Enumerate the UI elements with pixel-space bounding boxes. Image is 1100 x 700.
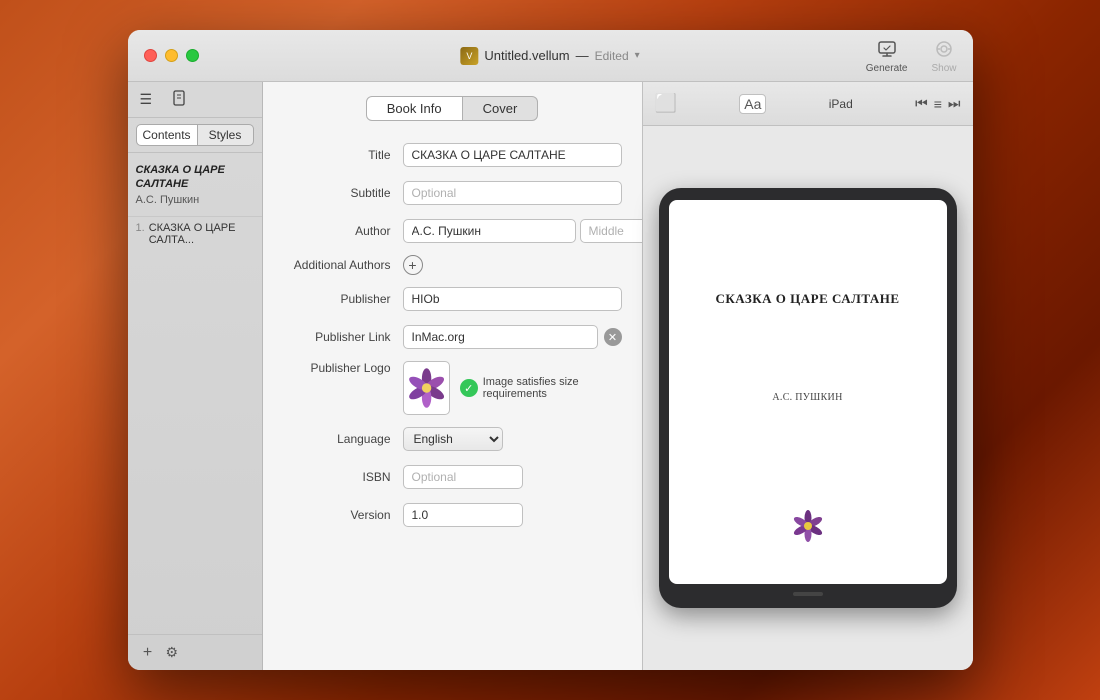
center-panel: Book Info Cover Title Subtitle Author <box>263 82 643 670</box>
add-author-button[interactable]: + <box>403 255 423 275</box>
main-content: ☰ Contents Styles СКАЗКА О ЦАРЕ САЛТАНЕ … <box>128 82 973 670</box>
titlebar: V Untitled.vellum — Edited ▾ Generate <box>128 30 973 82</box>
traffic-lights <box>144 49 199 62</box>
font-size-icon[interactable]: Aa <box>739 94 766 114</box>
additional-authors-label: Additional Authors <box>283 258 403 272</box>
device-label: iPad <box>829 97 853 111</box>
author-first-input[interactable] <box>403 219 576 243</box>
item-number: 1. <box>136 222 145 246</box>
preview-content: СКАЗКА О ЦАРЕ САЛТАНЕ А.С. ПУШКИН <box>643 126 973 670</box>
cover-flower-icon <box>790 508 826 544</box>
isbn-row: ISBN <box>283 463 622 491</box>
tablet-home-button[interactable] <box>793 592 823 596</box>
logo-status: ✓ Image satisfies size requirements <box>460 376 622 400</box>
author-label: Author <box>283 224 403 238</box>
sidebar-book-header: СКАЗКА О ЦАРЕ САЛТАНЕ А.С. Пушкин <box>128 153 262 217</box>
generate-label: Generate <box>866 63 908 74</box>
publisher-link-row: Publisher Link ✕ <box>283 323 622 351</box>
publisher-input[interactable] <box>403 287 622 311</box>
dropdown-arrow[interactable]: ▾ <box>635 50 640 61</box>
additional-authors-row: Additional Authors + <box>283 255 622 275</box>
sidebar: ☰ Contents Styles СКАЗКА О ЦАРЕ САЛТАНЕ … <box>128 82 263 670</box>
list-item[interactable]: 1. СКАЗКА О ЦАРЕ САЛТА... <box>128 217 262 251</box>
settings-icon[interactable]: ⚙ <box>166 644 179 661</box>
version-label: Version <box>283 508 403 522</box>
close-button[interactable] <box>144 49 157 62</box>
cover-tab[interactable]: Cover <box>463 96 539 121</box>
logo-box[interactable] <box>403 361 450 415</box>
subtitle-row: Subtitle <box>283 179 622 207</box>
title-dash: — <box>576 48 589 63</box>
title-label: Title <box>283 148 403 162</box>
sidebar-toolbar: ☰ <box>128 82 262 118</box>
subtitle-input[interactable] <box>403 181 622 205</box>
navigator-icon[interactable]: ☰ <box>140 91 153 108</box>
sidebar-tabs: Contents Styles <box>128 118 262 153</box>
show-button[interactable]: Show <box>931 37 956 74</box>
generate-icon <box>875 37 899 61</box>
sidebar-footer: + ⚙ <box>128 634 262 670</box>
window-title: Untitled.vellum <box>484 48 569 63</box>
last-page-button[interactable]: ⏭ <box>948 95 961 112</box>
app-window: V Untitled.vellum — Edited ▾ Generate <box>128 30 973 670</box>
preview-icon[interactable] <box>172 90 188 109</box>
subtitle-label: Subtitle <box>283 186 403 200</box>
book-info-tab[interactable]: Book Info <box>366 96 463 121</box>
tablet-screen: СКАЗКА О ЦАРЕ САЛТАНЕ А.С. ПУШКИН <box>669 200 947 584</box>
language-select[interactable]: English <box>403 427 503 451</box>
add-section-button[interactable]: + <box>138 643 158 663</box>
book-cover-preview: СКАЗКА О ЦАРЕ САЛТАНЕ А.С. ПУШКИН <box>669 200 947 584</box>
author-middle-input[interactable] <box>580 219 643 243</box>
generate-button[interactable]: Generate <box>866 37 908 74</box>
fullscreen-button[interactable] <box>186 49 199 62</box>
show-icon <box>932 37 956 61</box>
language-label: Language <box>283 432 403 446</box>
sidebar-list: 1. СКАЗКА О ЦАРЕ САЛТА... <box>128 217 262 634</box>
clear-publisher-link-button[interactable]: ✕ <box>604 328 622 346</box>
publisher-logo-row: Publisher Logo <box>283 361 622 415</box>
check-icon: ✓ <box>460 379 478 397</box>
list-view-button[interactable]: ≡ <box>934 96 942 112</box>
tablet-icon: ⬜ <box>655 93 677 114</box>
publisher-link-input[interactable] <box>403 325 598 349</box>
publisher-label: Publisher <box>283 292 403 306</box>
isbn-input[interactable] <box>403 465 523 489</box>
title-row: Title <box>283 141 622 169</box>
toolbar-buttons: Generate Show <box>866 37 957 74</box>
form-area: Title Subtitle Author <box>263 133 642 670</box>
cover-author: А.С. ПУШКИН <box>772 392 842 403</box>
styles-tab[interactable]: Styles <box>198 124 254 146</box>
contents-tab[interactable]: Contents <box>136 124 198 146</box>
publisher-row: Publisher <box>283 285 622 313</box>
version-input[interactable] <box>403 503 523 527</box>
titlebar-center: V Untitled.vellum — Edited ▾ <box>460 47 639 65</box>
preview-panel: ⬜ Aa iPad ⏮ ≡ ⏭ СКАЗКА О ЦАРЕ САЛТАНЕ <box>643 82 973 670</box>
language-row: Language English <box>283 425 622 453</box>
logo-container: ✓ Image satisfies size requirements <box>403 361 622 415</box>
isbn-label: ISBN <box>283 470 403 484</box>
app-icon: V <box>460 47 478 65</box>
author-fields <box>403 219 643 243</box>
sidebar-book-author: А.С. Пушкин <box>136 194 254 206</box>
preview-nav-buttons: ⏮ ≡ ⏭ <box>915 95 960 112</box>
publisher-logo-label: Publisher Logo <box>283 361 403 375</box>
publisher-logo-image <box>404 364 449 412</box>
title-input[interactable] <box>403 143 622 167</box>
publisher-link-label: Publisher Link <box>283 330 403 344</box>
first-page-button[interactable]: ⏮ <box>915 95 928 112</box>
show-label: Show <box>931 63 956 74</box>
preview-toolbar: ⬜ Aa iPad ⏮ ≡ ⏭ <box>643 82 973 126</box>
tablet-frame: СКАЗКА О ЦАРЕ САЛТАНЕ А.С. ПУШКИН <box>659 188 957 608</box>
version-row: Version <box>283 501 622 529</box>
logo-status-text: Image satisfies size requirements <box>483 376 622 400</box>
minimize-button[interactable] <box>165 49 178 62</box>
edited-label: Edited <box>595 49 629 63</box>
author-row: Author <box>283 217 622 245</box>
cover-title: СКАЗКА О ЦАРЕ САЛТАНЕ <box>715 291 899 307</box>
sidebar-book-title: СКАЗКА О ЦАРЕ САЛТАНЕ <box>136 163 254 192</box>
center-tabs: Book Info Cover <box>263 82 642 133</box>
app-icon-letter: V <box>466 51 472 61</box>
item-title: СКАЗКА О ЦАРЕ САЛТА... <box>149 222 254 246</box>
